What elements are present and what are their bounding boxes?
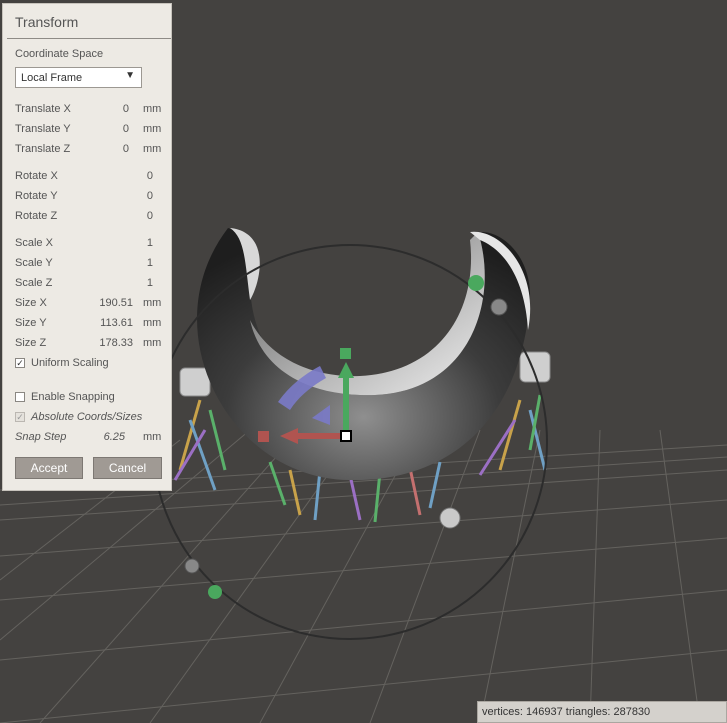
coordinate-space-select[interactable]: Local Frame ▼	[15, 67, 142, 88]
snap-step-label: Snap Step	[15, 431, 67, 443]
translate-y-input[interactable]: 0	[123, 123, 129, 135]
size-x-unit: mm	[143, 297, 162, 309]
snap-step-unit: mm	[143, 431, 162, 443]
size-z-label: Size Z	[15, 337, 47, 349]
translate-z-unit: mm	[143, 143, 162, 155]
chevron-down-icon: ▼	[125, 70, 135, 81]
scale-y-input[interactable]: 1	[147, 257, 153, 269]
translate-z-label: Translate Z	[15, 143, 71, 155]
scale-x-label: Scale X	[15, 237, 53, 249]
size-y-input[interactable]: 113.61	[100, 317, 133, 329]
enable-snapping-label: Enable Snapping	[31, 391, 115, 403]
size-z-unit: mm	[143, 337, 162, 349]
panel-title: Transform	[15, 14, 79, 30]
rotate-x-label: Rotate X	[15, 170, 58, 182]
coordinate-space-value: Local Frame	[21, 72, 83, 84]
translate-x-unit: mm	[143, 103, 162, 115]
rotate-z-input[interactable]: 0	[147, 210, 153, 222]
enable-snapping-checkbox[interactable]	[15, 392, 25, 402]
accept-button[interactable]: Accept	[15, 457, 83, 479]
scale-x-input[interactable]: 1	[147, 237, 153, 249]
cancel-button[interactable]: Cancel	[93, 457, 162, 479]
rotate-x-input[interactable]: 0	[147, 170, 153, 182]
uniform-scaling-checkbox[interactable]: ✓	[15, 358, 25, 368]
absolute-coords-label: Absolute Coords/Sizes	[31, 411, 143, 423]
rotate-y-label: Rotate Y	[15, 190, 58, 202]
transform-panel: Transform Coordinate Space Local Frame ▼…	[2, 3, 172, 491]
translate-y-label: Translate Y	[15, 123, 71, 135]
translate-z-input[interactable]: 0	[123, 143, 129, 155]
scale-z-input[interactable]: 1	[147, 277, 153, 289]
title-divider	[7, 38, 171, 39]
translate-y-unit: mm	[143, 123, 162, 135]
scale-z-label: Scale Z	[15, 277, 53, 289]
gizmo-sphere-handle	[208, 585, 222, 599]
absolute-coords-checkbox[interactable]: ✓	[15, 412, 25, 422]
size-z-input[interactable]: 178.33	[99, 337, 133, 349]
scale-y-label: Scale Y	[15, 257, 53, 269]
size-y-unit: mm	[143, 317, 162, 329]
translate-x-label: Translate X	[15, 103, 71, 115]
coordinate-space-label: Coordinate Space	[15, 48, 104, 60]
gizmo-sphere-handle	[439, 507, 461, 529]
gizmo-sphere-handle	[468, 275, 484, 291]
size-x-label: Size X	[15, 297, 47, 309]
size-y-label: Size Y	[15, 317, 47, 329]
gizmo-sphere-handle	[184, 558, 200, 574]
size-x-input[interactable]: 190.51	[99, 297, 133, 309]
rotate-y-input[interactable]: 0	[147, 190, 153, 202]
gizmo-sphere-handle	[490, 298, 508, 316]
rotate-z-label: Rotate Z	[15, 210, 58, 222]
translate-x-input[interactable]: 0	[123, 103, 129, 115]
uniform-scaling-label: Uniform Scaling	[31, 357, 109, 369]
status-bar: vertices: 146937 triangles: 287830	[477, 701, 727, 723]
snap-step-input[interactable]: 6.25	[104, 431, 125, 443]
